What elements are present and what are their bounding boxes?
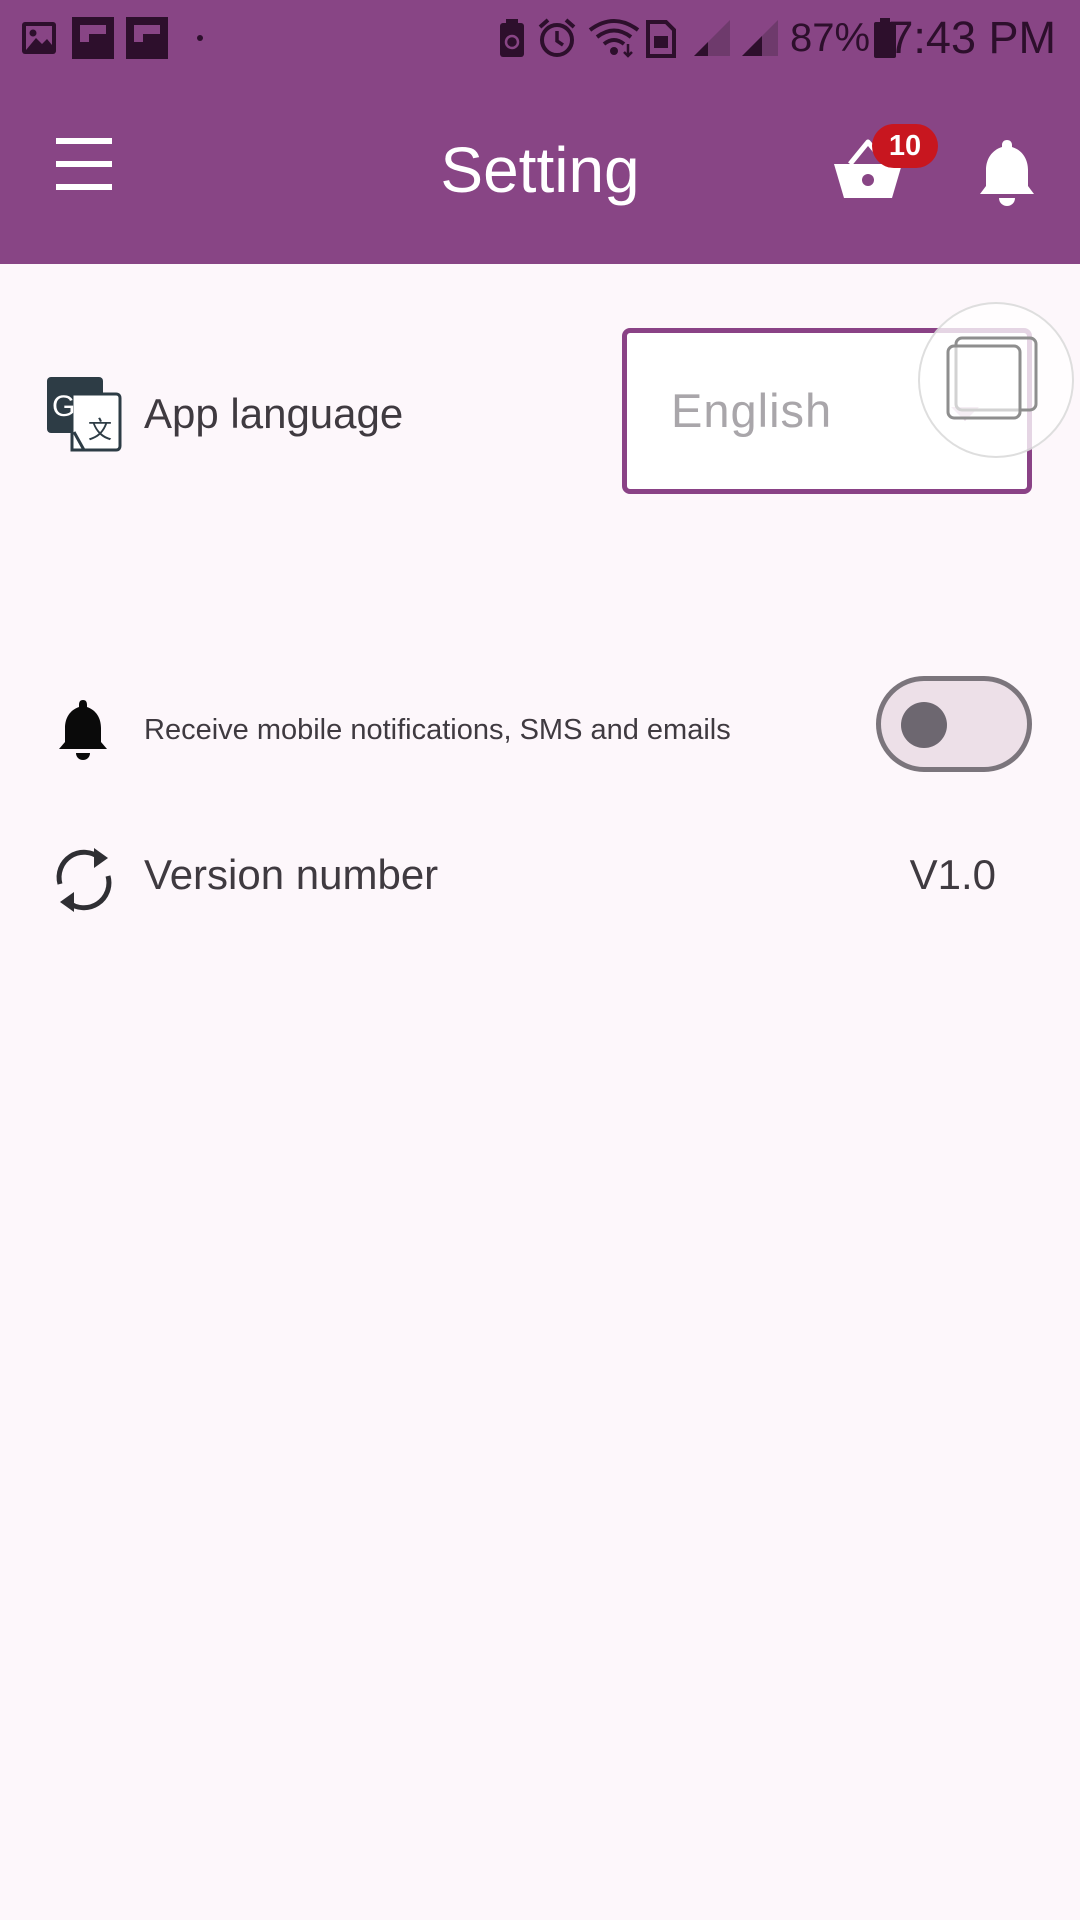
battery-percent: 87% — [790, 16, 871, 60]
translate-icon: G 文 — [46, 376, 122, 457]
alarm-icon — [536, 0, 578, 76]
sim-card-icon — [644, 0, 676, 76]
header: 87% 7:43 PM Setting 10 — [0, 0, 1080, 264]
cart-badge: 10 — [872, 124, 938, 168]
notifications-toggle[interactable] — [876, 676, 1032, 772]
signal-icon-2 — [740, 0, 780, 76]
svg-text:G: G — [52, 390, 75, 423]
toggle-knob — [901, 702, 947, 748]
bell-icon — [56, 698, 110, 767]
signal-icon — [692, 0, 732, 76]
floating-window-button[interactable] — [918, 302, 1074, 458]
overlay-windows-icon — [946, 336, 1038, 420]
svg-text:文: 文 — [88, 416, 112, 444]
flipboard-notification-icon-2 — [126, 0, 168, 76]
app-bar: Setting 10 — [0, 76, 1080, 264]
bell-icon — [980, 140, 1034, 206]
language-selected-value: English — [671, 384, 833, 437]
version-label: Version number — [144, 851, 439, 898]
refresh-icon — [48, 844, 120, 921]
notifications-button[interactable] — [976, 136, 1038, 208]
flipboard-notification-icon — [72, 0, 114, 76]
notifications-label: Receive mobile notifications, SMS and em… — [144, 714, 731, 746]
status-bar: 87% 7:43 PM — [0, 0, 1080, 76]
battery-saver-icon — [498, 0, 526, 76]
version-value: V1.0 — [909, 851, 996, 898]
settings-screen: 87% 7:43 PM Setting 10 G 文 App language … — [0, 0, 1080, 1920]
app-language-label: App language — [144, 390, 404, 437]
wifi-icon — [588, 0, 640, 76]
gallery-notification-icon — [20, 0, 58, 76]
clock: 7:43 PM — [888, 12, 1056, 63]
more-notifications-dot-icon — [196, 0, 204, 76]
